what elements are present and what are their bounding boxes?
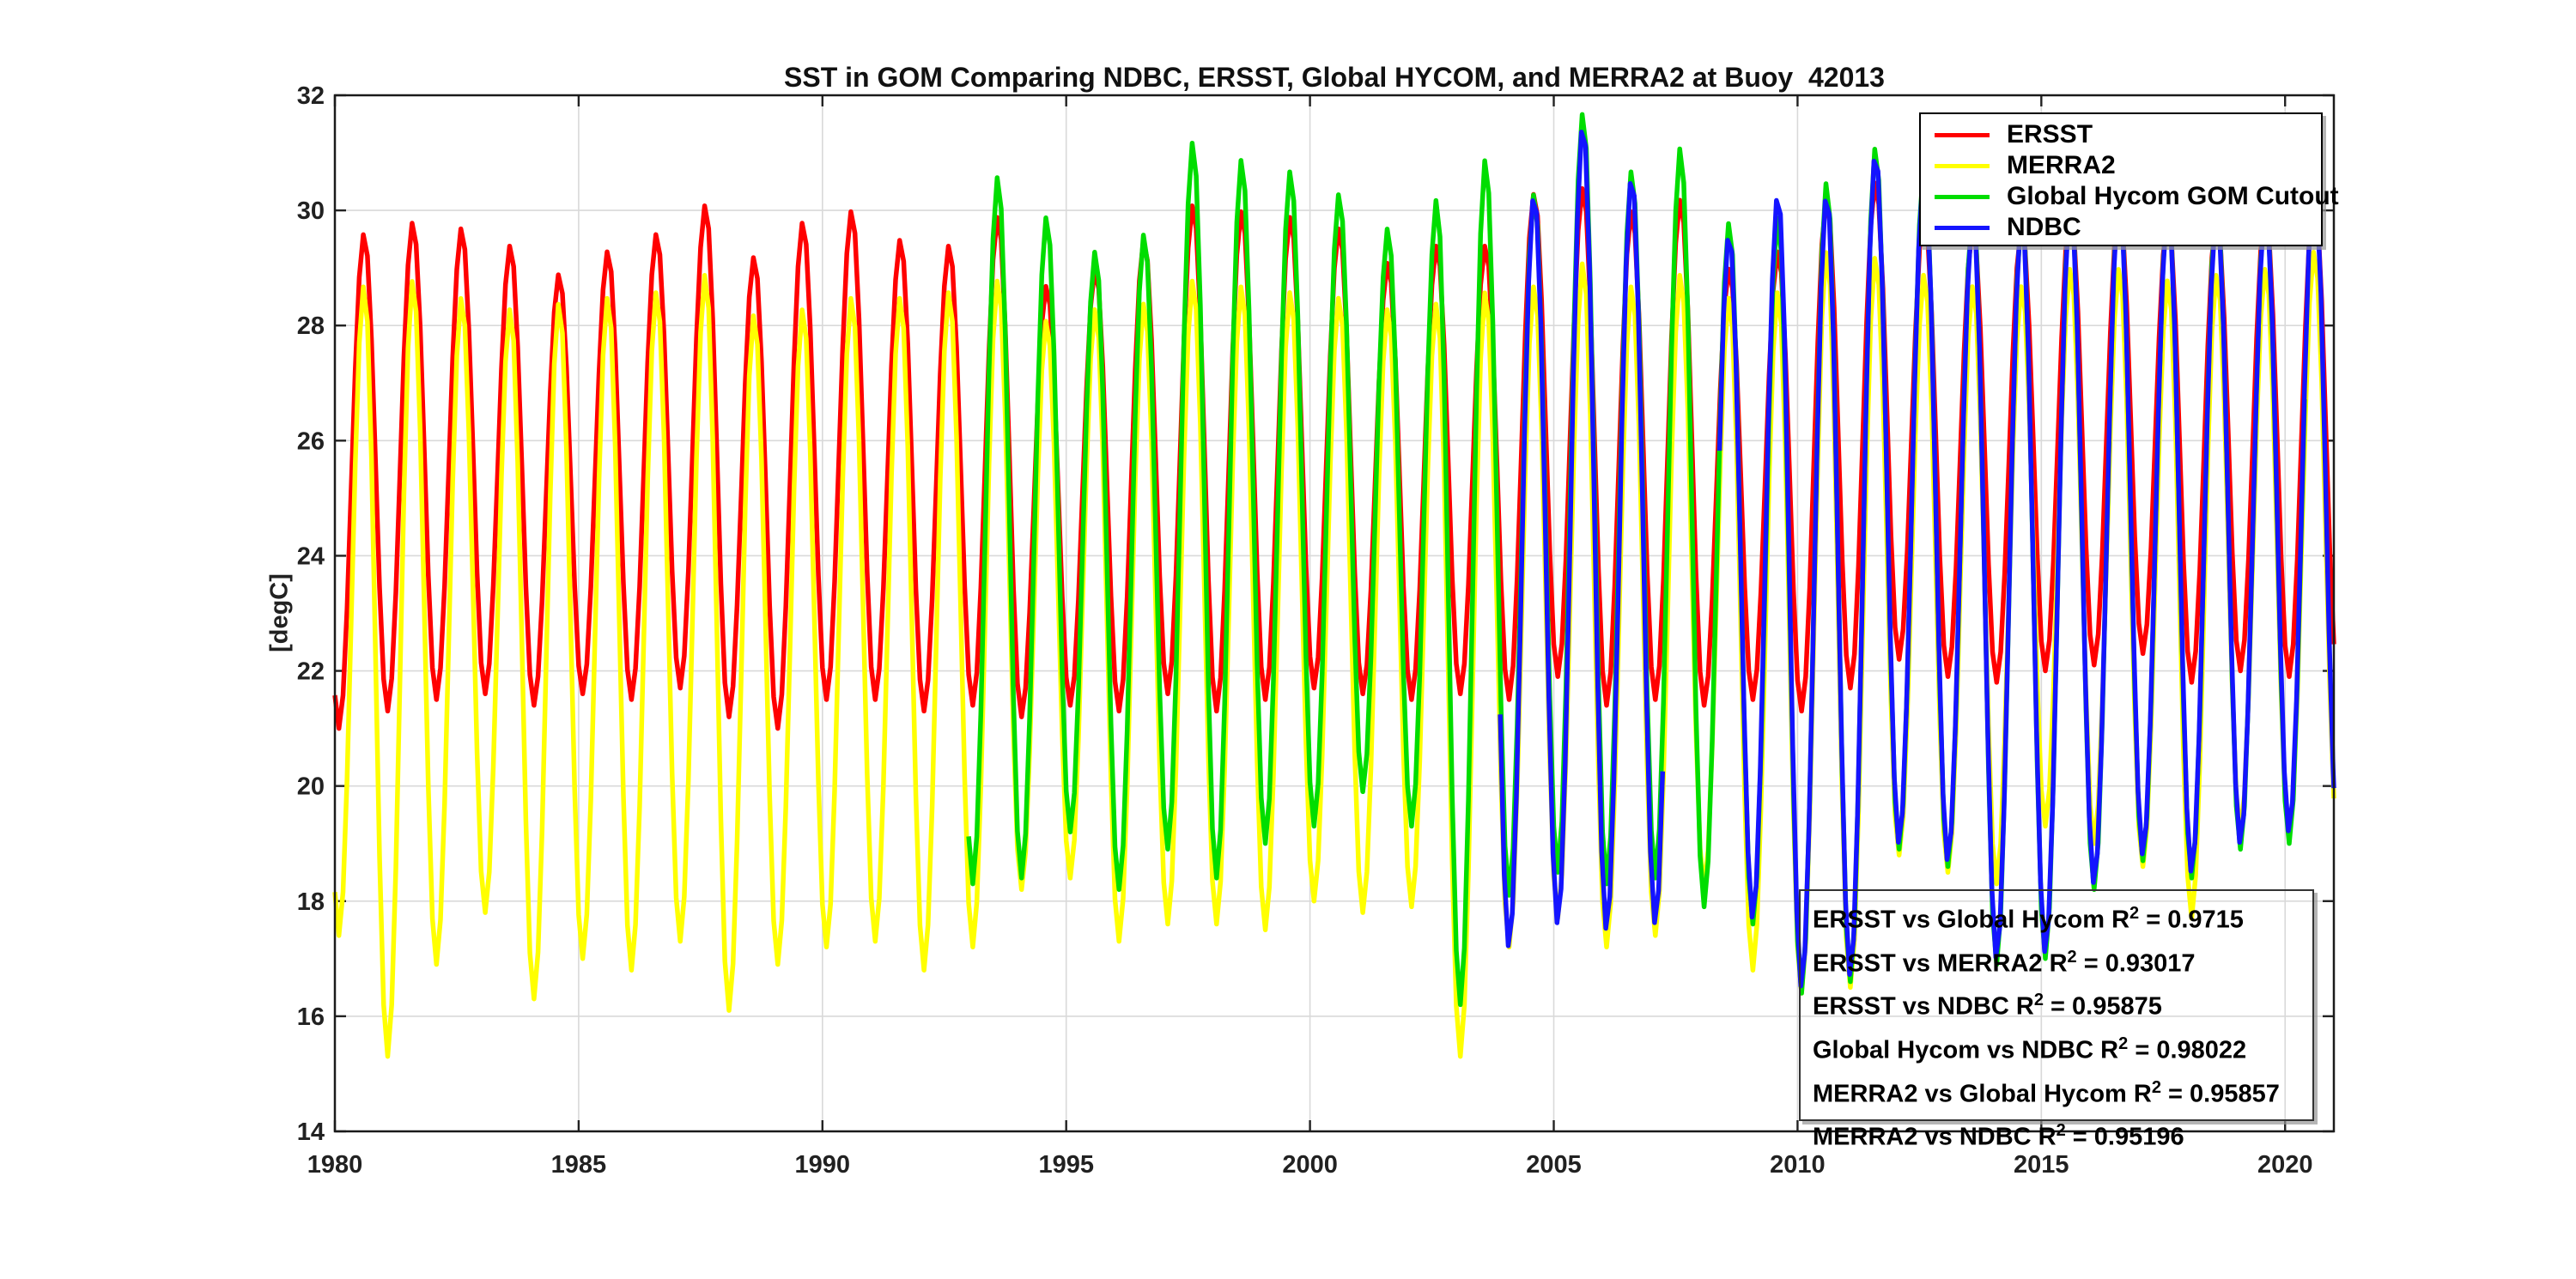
legend-entry-label: Global Hycom GOM Cutout — [2007, 181, 2339, 212]
r2-stat-pre: ERSST vs NDBC R — [1813, 993, 2034, 1021]
r2-stat-line: ERSST vs MERRA2 R2 = 0.93017 — [1813, 939, 2312, 983]
legend-entry-global-hycom-gom-cutout: Global Hycom GOM Cutout — [1921, 181, 2321, 212]
y-tick-label: 18 — [297, 888, 325, 916]
y-tick-label: 28 — [297, 312, 325, 340]
y-tick-label: 24 — [297, 543, 325, 570]
x-tick-label: 2005 — [1526, 1151, 1582, 1179]
y-tick-label: 22 — [297, 658, 325, 686]
legend-entry-merra2: MERRA2 — [1921, 150, 2321, 181]
legend-entry-ndbc: NDBC — [1921, 212, 2321, 243]
legend-line-sample — [1935, 226, 1990, 230]
legend-entry-ersst: ERSST — [1921, 119, 2321, 150]
y-tick-label: 32 — [297, 82, 325, 110]
matlab-figure: SST in GOM Comparing NDBC, ERSST, Global… — [0, 0, 2576, 1279]
r2-stat-line: ERSST vs Global Hycom R2 = 0.9715 — [1813, 895, 2312, 939]
legend-entry-label: NDBC — [2007, 212, 2081, 243]
r2-superscript: 2 — [2152, 1078, 2161, 1097]
legend-line-sample — [1935, 133, 1990, 137]
y-tick-label: 26 — [297, 427, 325, 455]
x-tick-label: 1990 — [795, 1151, 851, 1179]
chart-title: SST in GOM Comparing NDBC, ERSST, Global… — [335, 62, 2334, 94]
r2-stat-value: = 0.95196 — [2066, 1124, 2184, 1151]
y-tick-label: 16 — [297, 1003, 325, 1031]
r2-stat-pre: Global Hycom vs NDBC R — [1813, 1037, 2118, 1064]
legend-entry-label: ERSST — [2007, 119, 2093, 150]
r2-stat-value: = 0.98022 — [2128, 1037, 2246, 1064]
x-tick-label: 1995 — [1038, 1151, 1094, 1179]
r2-superscript: 2 — [2034, 991, 2044, 1009]
x-tick-label: 2000 — [1282, 1151, 1338, 1179]
r2-stats-box: ERSST vs Global Hycom R2 = 0.9715ERSST v… — [1799, 889, 2314, 1121]
x-tick-label: 1985 — [551, 1151, 607, 1179]
r2-stat-value: = 0.9715 — [2139, 906, 2244, 934]
y-axis-label: [degC] — [266, 573, 295, 652]
r2-stat-value: = 0.95857 — [2161, 1080, 2280, 1107]
x-tick-label: 1980 — [307, 1151, 363, 1179]
r2-stat-pre: ERSST vs Global Hycom R — [1813, 906, 2129, 934]
legend-entry-label: MERRA2 — [2007, 150, 2116, 181]
legend-line-sample — [1935, 164, 1990, 168]
r2-stat-pre: MERRA2 vs NDBC R — [1813, 1124, 2057, 1151]
r2-stat-line: MERRA2 vs Global Hycom R2 = 0.95857 — [1813, 1070, 2312, 1113]
r2-superscript: 2 — [2068, 948, 2077, 967]
r2-superscript: 2 — [2057, 1121, 2066, 1140]
r2-stat-line: Global Hycom vs NDBC R2 = 0.98022 — [1813, 1026, 2312, 1070]
r2-stats-lines: ERSST vs Global Hycom R2 = 0.9715ERSST v… — [1813, 895, 2312, 1156]
r2-superscript: 2 — [2129, 904, 2139, 923]
r2-stat-value: = 0.95875 — [2044, 993, 2162, 1021]
y-tick-label: 30 — [297, 197, 325, 225]
r2-stat-line: ERSST vs NDBC R2 = 0.95875 — [1813, 982, 2312, 1026]
r2-stat-pre: ERSST vs MERRA2 R — [1813, 949, 2068, 977]
r2-superscript: 2 — [2118, 1034, 2128, 1053]
series-line-ndbc — [1500, 132, 1662, 946]
y-tick-label: 20 — [297, 773, 325, 801]
r2-stat-pre: MERRA2 vs Global Hycom R — [1813, 1080, 2152, 1107]
r2-stat-value: = 0.93017 — [2077, 949, 2196, 977]
y-tick-label: 14 — [297, 1118, 325, 1146]
legend-line-sample — [1935, 195, 1990, 199]
r2-stat-line: MERRA2 vs NDBC R2 = 0.95196 — [1813, 1112, 2312, 1156]
legend-entries: ERSSTMERRA2Global Hycom GOM CutoutNDBC — [1921, 119, 2321, 243]
legend: ERSSTMERRA2Global Hycom GOM CutoutNDBC — [1919, 112, 2323, 246]
